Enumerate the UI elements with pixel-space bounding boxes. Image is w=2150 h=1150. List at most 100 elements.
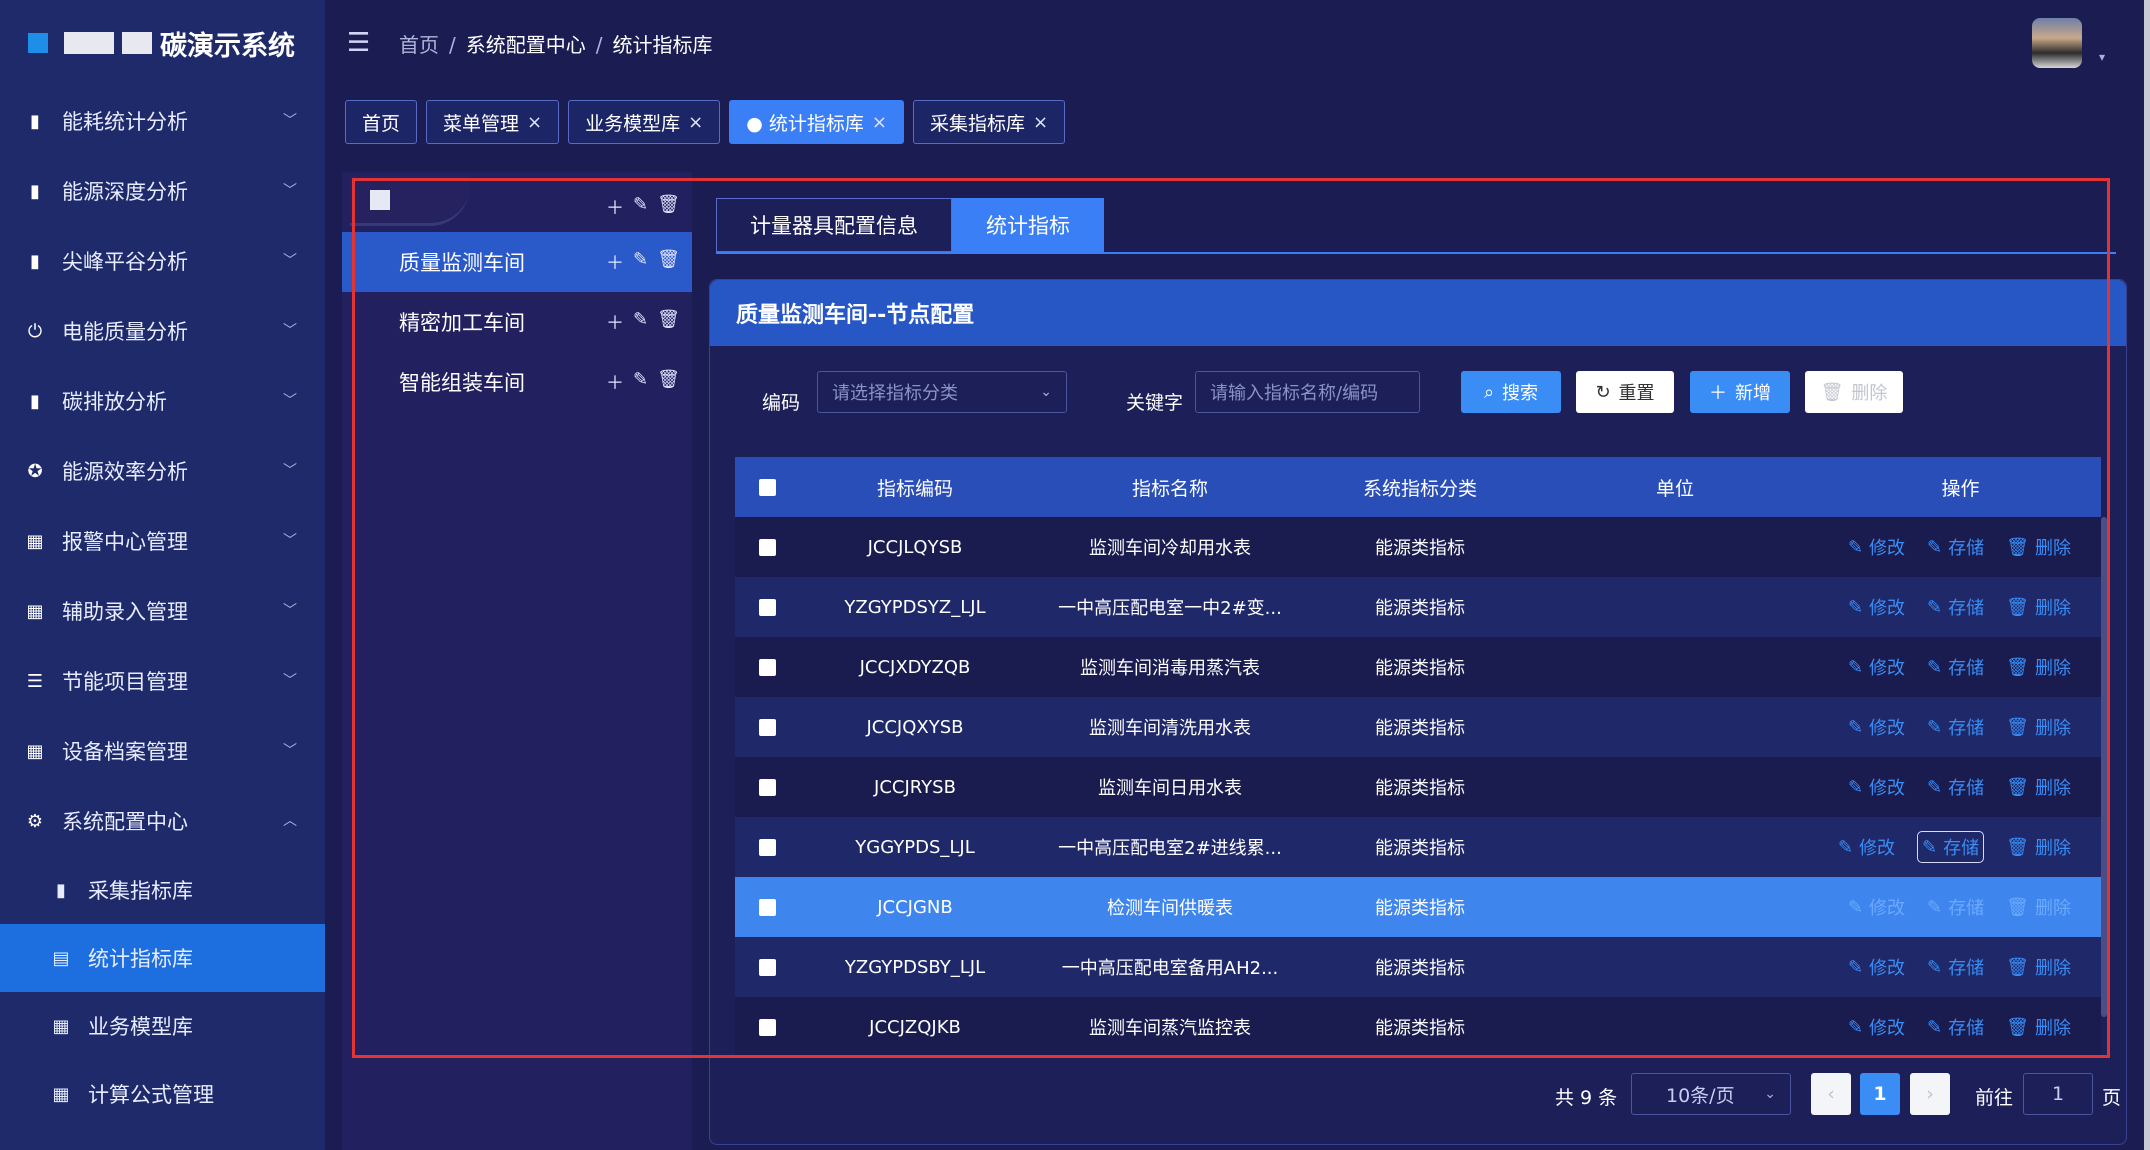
row-checkbox[interactable]: [759, 1018, 776, 1036]
tab-statistics-indicators[interactable]: 统计指标: [952, 198, 1104, 252]
delete-action[interactable]: 🗑 删除: [2006, 831, 2071, 863]
page-tab[interactable]: 业务模型库 ×: [568, 100, 721, 144]
delete-action[interactable]: 🗑 删除: [2006, 894, 2071, 920]
sidebar-item[interactable]: ▦ 报警中心管理 ﹀: [0, 506, 325, 576]
table-row[interactable]: YZGYPDSYZ_LJL 一中高压配电室一中2#变... 能源类指标 ✎ 修改 ✎ 存储 🗑…: [735, 577, 2101, 637]
page-tab[interactable]: 采集指标库 ×: [912, 100, 1066, 144]
row-checkbox[interactable]: [759, 718, 776, 736]
edit-action[interactable]: ✎ 修改: [1848, 534, 1905, 560]
trash-icon[interactable]: 🗑: [657, 249, 680, 275]
table-row[interactable]: YGGYPDS_LJL 一中高压配电室2#进线累... 能源类指标 ✎ 修改 ✎ 存储 🗑 删除: [735, 817, 2101, 877]
row-checkbox[interactable]: [759, 898, 776, 916]
breadcrumb-home[interactable]: 首页: [399, 33, 439, 57]
tree-root-checkbox[interactable]: [370, 190, 390, 210]
goto-page-input[interactable]: 1: [2023, 1073, 2093, 1115]
tab-meter-config[interactable]: 计量器具配置信息: [716, 198, 952, 252]
store-action[interactable]: ✎ 存储: [1927, 594, 1984, 620]
delete-action[interactable]: 🗑 删除: [2006, 1014, 2071, 1040]
delete-action[interactable]: 🗑 删除: [2006, 954, 2071, 980]
edit-action[interactable]: ✎ 修改: [1838, 831, 1895, 863]
avatar[interactable]: [2032, 18, 2082, 68]
trash-icon[interactable]: 🗑: [657, 309, 680, 335]
edit-icon[interactable]: ✎: [633, 369, 648, 395]
page-number[interactable]: 1: [1860, 1073, 1900, 1115]
store-action[interactable]: ✎ 存储: [1927, 534, 1984, 560]
add-icon[interactable]: ＋: [606, 309, 624, 335]
search-button[interactable]: ⌕ 搜索: [1461, 371, 1561, 413]
store-action[interactable]: ✎ 存储: [1927, 774, 1984, 800]
sidebar-subitem[interactable]: ▤ 统计指标库: [0, 924, 325, 992]
select-all-checkbox[interactable]: [759, 478, 776, 496]
sidebar-item[interactable]: ⏻ 电能质量分析 ﹀: [0, 296, 325, 366]
edit-action[interactable]: ✎ 修改: [1848, 714, 1905, 740]
page-tab[interactable]: 菜单管理 ×: [426, 100, 560, 144]
add-icon[interactable]: ＋: [606, 194, 624, 220]
window-scrollbar[interactable]: [2144, 0, 2150, 1150]
edit-icon[interactable]: ✎: [633, 249, 648, 275]
page-tab[interactable]: 首页: [345, 100, 418, 144]
sidebar-item[interactable]: ▮ 碳排放分析 ﹀: [0, 366, 325, 436]
add-icon[interactable]: ＋: [606, 369, 624, 395]
menu-toggle-icon[interactable]: ☰: [347, 28, 377, 58]
close-icon[interactable]: ×: [872, 112, 887, 133]
sidebar-item[interactable]: ▮ 尖峰平谷分析 ﹀: [0, 226, 325, 296]
edit-icon[interactable]: ✎: [633, 309, 648, 335]
page-tab[interactable]: ● 统计指标库 ×: [729, 100, 904, 144]
delete-action[interactable]: 🗑 删除: [2006, 654, 2071, 680]
add-button[interactable]: ＋ 新增: [1690, 371, 1790, 413]
edit-action[interactable]: ✎ 修改: [1848, 774, 1905, 800]
table-row[interactable]: JCCJXDYZQB 监测车间消毒用蒸汽表 能源类指标 ✎ 修改 ✎ 存储 🗑 删除: [735, 637, 2101, 697]
row-checkbox[interactable]: [759, 838, 776, 856]
edit-action[interactable]: ✎ 修改: [1848, 1014, 1905, 1040]
sidebar-item[interactable]: ▮ 能源深度分析 ﹀: [0, 156, 325, 226]
page-size-select[interactable]: 10条/页 ⌄: [1631, 1073, 1791, 1115]
row-checkbox[interactable]: [759, 778, 776, 796]
store-action[interactable]: ✎ 存储: [1927, 1014, 1984, 1040]
tree-node[interactable]: 精密加工车间 ＋ ✎ 🗑: [342, 292, 692, 352]
close-icon[interactable]: ×: [527, 112, 542, 133]
table-row[interactable]: JCCJGNB 检测车间供暖表 能源类指标 ✎ 修改 ✎ 存储 🗑 删除: [735, 877, 2101, 937]
row-checkbox[interactable]: [759, 658, 776, 676]
tree-node[interactable]: 智能组装车间 ＋ ✎ 🗑: [342, 352, 692, 412]
close-icon[interactable]: ×: [1033, 112, 1048, 133]
store-action[interactable]: ✎ 存储: [1927, 894, 1984, 920]
delete-action[interactable]: 🗑 删除: [2006, 594, 2071, 620]
edit-action[interactable]: ✎ 修改: [1848, 594, 1905, 620]
store-action[interactable]: ✎ 存储: [1927, 714, 1984, 740]
edit-icon[interactable]: ✎: [633, 194, 648, 220]
store-action[interactable]: ✎ 存储: [1917, 831, 1985, 863]
row-checkbox[interactable]: [759, 958, 776, 976]
close-icon[interactable]: ×: [688, 112, 703, 133]
store-action[interactable]: ✎ 存储: [1927, 954, 1984, 980]
app-logo[interactable]: 碳演示系统: [0, 0, 325, 86]
trash-icon[interactable]: 🗑: [657, 194, 680, 220]
prev-page-button[interactable]: ‹: [1811, 1073, 1851, 1115]
table-row[interactable]: JCCJZQJKB 监测车间蒸汽监控表 能源类指标 ✎ 修改 ✎ 存储 🗑 删除: [735, 997, 2101, 1057]
sidebar-item[interactable]: ▦ 辅助录入管理 ﹀: [0, 576, 325, 646]
sidebar-item[interactable]: ▦ 设备档案管理 ﹀: [0, 716, 325, 786]
table-row[interactable]: YZGYPDSBY_LJL 一中高压配电室备用AH2... 能源类指标 ✎ 修改 ✎ 存储 🗑…: [735, 937, 2101, 997]
delete-action[interactable]: 🗑 删除: [2006, 774, 2071, 800]
sidebar-subitem[interactable]: ▦ 计算公式管理: [0, 1060, 325, 1128]
reset-button[interactable]: ↻ 重置: [1576, 371, 1674, 413]
sidebar-item[interactable]: ✪ 能源效率分析 ﹀: [0, 436, 325, 506]
tree-node[interactable]: 质量监测车间 ＋ ✎ 🗑: [342, 232, 692, 292]
table-row[interactable]: JCCJRYSB 监测车间日用水表 能源类指标 ✎ 修改 ✎ 存储 🗑 删除: [735, 757, 2101, 817]
table-scrollbar[interactable]: [2101, 517, 2107, 1017]
table-row[interactable]: JCCJQXYSB 监测车间清洗用水表 能源类指标 ✎ 修改 ✎ 存储 🗑 删除: [735, 697, 2101, 757]
breadcrumb-section[interactable]: 系统配置中心: [466, 33, 586, 57]
tree-root[interactable]: ＋ ✎ 🗑: [342, 172, 692, 232]
row-checkbox[interactable]: [759, 538, 776, 556]
delete-action[interactable]: 🗑 删除: [2006, 534, 2071, 560]
sidebar-item[interactable]: ▮ 能耗统计分析 ﹀: [0, 86, 325, 156]
next-page-button[interactable]: ›: [1910, 1073, 1950, 1115]
code-select[interactable]: 请选择指标分类 ⌄: [817, 371, 1067, 413]
edit-action[interactable]: ✎ 修改: [1848, 954, 1905, 980]
delete-button[interactable]: 🗑 删除: [1805, 371, 1903, 413]
sidebar-subitem[interactable]: ▮ 采集指标库: [0, 856, 325, 924]
sidebar-item[interactable]: ⚙ 系统配置中心 ︿: [0, 786, 325, 856]
store-action[interactable]: ✎ 存储: [1927, 654, 1984, 680]
table-row[interactable]: JCCJLQYSB 监测车间冷却用水表 能源类指标 ✎ 修改 ✎ 存储 🗑 删除: [735, 517, 2101, 577]
delete-action[interactable]: 🗑 删除: [2006, 714, 2071, 740]
add-icon[interactable]: ＋: [606, 249, 624, 275]
